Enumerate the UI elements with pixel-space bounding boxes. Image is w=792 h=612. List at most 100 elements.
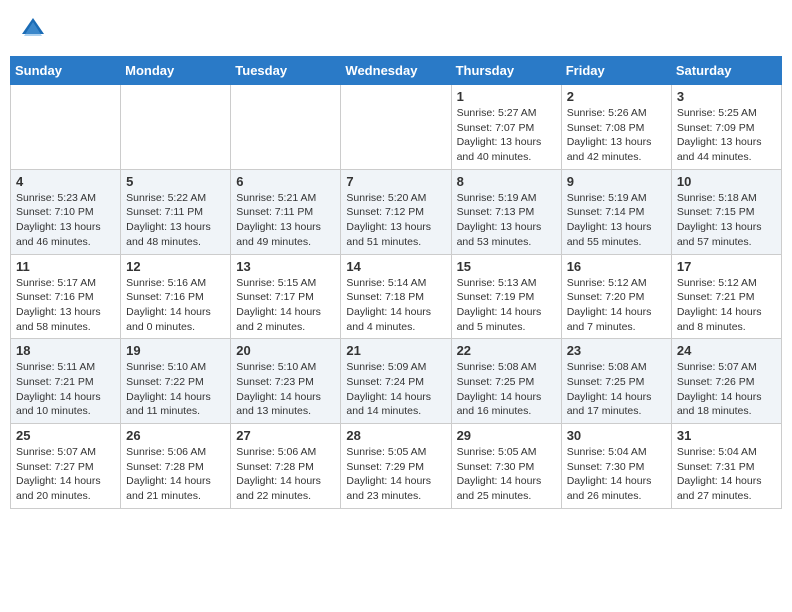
day-number: 17 <box>677 259 776 274</box>
calendar-week-row: 18 Sunrise: 5:11 AMSunset: 7:21 PMDayligh… <box>11 339 782 424</box>
calendar-cell: 19Sunrise: 5:10 AMSunset: 7:22 PMDayligh… <box>121 339 231 424</box>
calendar-cell: 11 Sunrise: 5:17 AMSunset: 7:16 PMDayligh… <box>11 254 121 339</box>
day-info: Sunrise: 5:12 AMSunset: 7:21 PMDaylight:… <box>677 276 776 335</box>
day-number: 19 <box>126 343 225 358</box>
day-info: Sunrise: 5:08 AMSunset: 7:25 PMDaylight:… <box>567 360 666 419</box>
calendar-week-row: 25 Sunrise: 5:07 AMSunset: 7:27 PMDayligh… <box>11 424 782 509</box>
day-number: 23 <box>567 343 666 358</box>
calendar-cell: 20Sunrise: 5:10 AMSunset: 7:23 PMDayligh… <box>231 339 341 424</box>
day-number: 15 <box>457 259 556 274</box>
day-number: 9 <box>567 174 666 189</box>
day-number: 24 <box>677 343 776 358</box>
day-info: Sunrise: 5:14 AMSunset: 7:18 PMDaylight:… <box>346 276 445 335</box>
calendar-cell: 12 Sunrise: 5:16 AMSunset: 7:16 PMDayligh… <box>121 254 231 339</box>
calendar-cell: 15 Sunrise: 5:13 AMSunset: 7:19 PMDayligh… <box>451 254 561 339</box>
day-info: Sunrise: 5:09 AMSunset: 7:24 PMDaylight:… <box>346 360 445 419</box>
day-info: Sunrise: 5:25 AMSunset: 7:09 PMDaylight:… <box>677 106 776 165</box>
day-number: 1 <box>457 89 556 104</box>
calendar-cell: 10 Sunrise: 5:18 AMSunset: 7:15 PMDayligh… <box>671 169 781 254</box>
day-number: 14 <box>346 259 445 274</box>
day-number: 28 <box>346 428 445 443</box>
calendar-cell: 13Sunrise: 5:15 AMSunset: 7:17 PMDayligh… <box>231 254 341 339</box>
day-number: 29 <box>457 428 556 443</box>
day-info: Sunrise: 5:16 AMSunset: 7:16 PMDaylight:… <box>126 276 225 335</box>
day-info: Sunrise: 5:13 AMSunset: 7:19 PMDaylight:… <box>457 276 556 335</box>
calendar-cell: 23 Sunrise: 5:08 AMSunset: 7:25 PMDayligh… <box>561 339 671 424</box>
day-number: 27 <box>236 428 335 443</box>
day-number: 8 <box>457 174 556 189</box>
day-number: 10 <box>677 174 776 189</box>
weekday-header: Monday <box>121 57 231 85</box>
day-number: 5 <box>126 174 225 189</box>
day-number: 26 <box>126 428 225 443</box>
calendar-week-row: 1 Sunrise: 5:27 AMSunset: 7:07 PMDaylight… <box>11 85 782 170</box>
day-info: Sunrise: 5:04 AMSunset: 7:31 PMDaylight:… <box>677 445 776 504</box>
calendar-cell: 7Sunrise: 5:20 AMSunset: 7:12 PMDaylight… <box>341 169 451 254</box>
day-number: 11 <box>16 259 115 274</box>
calendar-week-row: 11 Sunrise: 5:17 AMSunset: 7:16 PMDayligh… <box>11 254 782 339</box>
day-number: 16 <box>567 259 666 274</box>
day-info: Sunrise: 5:23 AMSunset: 7:10 PMDaylight:… <box>16 191 115 250</box>
day-number: 25 <box>16 428 115 443</box>
weekday-header: Friday <box>561 57 671 85</box>
calendar-cell: 28 Sunrise: 5:05 AMSunset: 7:29 PMDayligh… <box>341 424 451 509</box>
day-number: 4 <box>16 174 115 189</box>
weekday-header: Saturday <box>671 57 781 85</box>
calendar-cell: 2Sunrise: 5:26 AMSunset: 7:08 PMDaylight… <box>561 85 671 170</box>
day-info: Sunrise: 5:17 AMSunset: 7:16 PMDaylight:… <box>16 276 115 335</box>
day-info: Sunrise: 5:07 AMSunset: 7:27 PMDaylight:… <box>16 445 115 504</box>
calendar-cell: 3Sunrise: 5:25 AMSunset: 7:09 PMDaylight… <box>671 85 781 170</box>
day-info: Sunrise: 5:08 AMSunset: 7:25 PMDaylight:… <box>457 360 556 419</box>
calendar-cell: 24 Sunrise: 5:07 AMSunset: 7:26 PMDayligh… <box>671 339 781 424</box>
calendar-cell: 26 Sunrise: 5:06 AMSunset: 7:28 PMDayligh… <box>121 424 231 509</box>
day-number: 12 <box>126 259 225 274</box>
day-info: Sunrise: 5:26 AMSunset: 7:08 PMDaylight:… <box>567 106 666 165</box>
calendar-cell: 22 Sunrise: 5:08 AMSunset: 7:25 PMDayligh… <box>451 339 561 424</box>
day-number: 30 <box>567 428 666 443</box>
day-info: Sunrise: 5:19 AMSunset: 7:13 PMDaylight:… <box>457 191 556 250</box>
calendar-cell: 17 Sunrise: 5:12 AMSunset: 7:21 PMDayligh… <box>671 254 781 339</box>
day-info: Sunrise: 5:06 AMSunset: 7:28 PMDaylight:… <box>236 445 335 504</box>
calendar-cell: 29 Sunrise: 5:05 AMSunset: 7:30 PMDayligh… <box>451 424 561 509</box>
page-header <box>10 10 782 48</box>
calendar-cell: 1 Sunrise: 5:27 AMSunset: 7:07 PMDaylight… <box>451 85 561 170</box>
day-info: Sunrise: 5:21 AMSunset: 7:11 PMDaylight:… <box>236 191 335 250</box>
day-number: 22 <box>457 343 556 358</box>
day-info: Sunrise: 5:07 AMSunset: 7:26 PMDaylight:… <box>677 360 776 419</box>
weekday-header: Wednesday <box>341 57 451 85</box>
calendar-cell: 31Sunrise: 5:04 AMSunset: 7:31 PMDayligh… <box>671 424 781 509</box>
day-number: 20 <box>236 343 335 358</box>
calendar-cell: 16 Sunrise: 5:12 AMSunset: 7:20 PMDayligh… <box>561 254 671 339</box>
day-info: Sunrise: 5:19 AMSunset: 7:14 PMDaylight:… <box>567 191 666 250</box>
weekday-header: Thursday <box>451 57 561 85</box>
calendar-cell: 6 Sunrise: 5:21 AMSunset: 7:11 PMDaylight… <box>231 169 341 254</box>
day-info: Sunrise: 5:06 AMSunset: 7:28 PMDaylight:… <box>126 445 225 504</box>
calendar-cell: 14 Sunrise: 5:14 AMSunset: 7:18 PMDayligh… <box>341 254 451 339</box>
day-info: Sunrise: 5:27 AMSunset: 7:07 PMDaylight:… <box>457 106 556 165</box>
day-number: 21 <box>346 343 445 358</box>
calendar-cell: 18 Sunrise: 5:11 AMSunset: 7:21 PMDayligh… <box>11 339 121 424</box>
day-info: Sunrise: 5:15 AMSunset: 7:17 PMDaylight:… <box>236 276 335 335</box>
day-info: Sunrise: 5:11 AMSunset: 7:21 PMDaylight:… <box>16 360 115 419</box>
calendar-cell: 25 Sunrise: 5:07 AMSunset: 7:27 PMDayligh… <box>11 424 121 509</box>
day-info: Sunrise: 5:05 AMSunset: 7:30 PMDaylight:… <box>457 445 556 504</box>
calendar-cell: 9 Sunrise: 5:19 AMSunset: 7:14 PMDaylight… <box>561 169 671 254</box>
day-number: 6 <box>236 174 335 189</box>
day-info: Sunrise: 5:22 AMSunset: 7:11 PMDaylight:… <box>126 191 225 250</box>
day-number: 18 <box>16 343 115 358</box>
calendar-cell <box>341 85 451 170</box>
calendar-cell: 5 Sunrise: 5:22 AMSunset: 7:11 PMDaylight… <box>121 169 231 254</box>
day-info: Sunrise: 5:12 AMSunset: 7:20 PMDaylight:… <box>567 276 666 335</box>
calendar-cell: 4 Sunrise: 5:23 AMSunset: 7:10 PMDaylight… <box>11 169 121 254</box>
calendar-week-row: 4 Sunrise: 5:23 AMSunset: 7:10 PMDaylight… <box>11 169 782 254</box>
calendar-table: SundayMondayTuesdayWednesdayThursdayFrid… <box>10 56 782 509</box>
calendar-cell <box>121 85 231 170</box>
day-info: Sunrise: 5:18 AMSunset: 7:15 PMDaylight:… <box>677 191 776 250</box>
day-info: Sunrise: 5:05 AMSunset: 7:29 PMDaylight:… <box>346 445 445 504</box>
weekday-header: Sunday <box>11 57 121 85</box>
logo-icon <box>18 14 48 44</box>
weekday-header-row: SundayMondayTuesdayWednesdayThursdayFrid… <box>11 57 782 85</box>
weekday-header: Tuesday <box>231 57 341 85</box>
calendar-cell: 30 Sunrise: 5:04 AMSunset: 7:30 PMDayligh… <box>561 424 671 509</box>
day-info: Sunrise: 5:04 AMSunset: 7:30 PMDaylight:… <box>567 445 666 504</box>
